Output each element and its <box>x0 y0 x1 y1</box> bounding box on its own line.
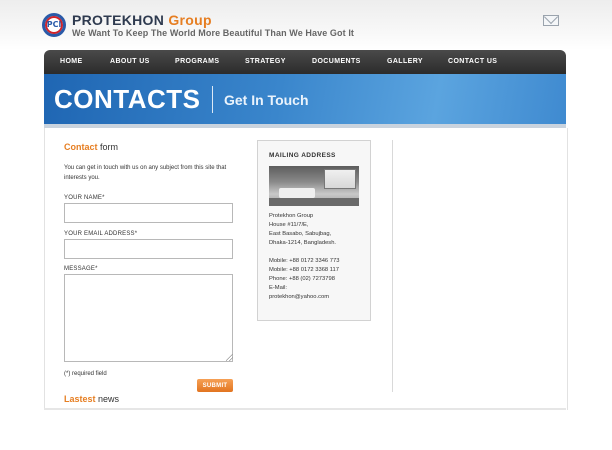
photo-window-shape <box>324 169 356 189</box>
contact-form-title-rest: form <box>100 142 119 152</box>
submit-button[interactable]: SUBMIT <box>197 379 233 392</box>
nav-item-gallery[interactable]: GALLERY <box>387 58 423 65</box>
latest-news-title-rest: news <box>98 394 120 404</box>
message-label: MESSAGE* <box>64 266 98 272</box>
address-line: Phone: +88 (02) 7273798 <box>269 276 335 282</box>
contact-intro-text: You can get in touch with us on any subj… <box>64 165 227 181</box>
required-field-note: (*) required field <box>64 371 107 377</box>
message-field[interactable] <box>64 274 233 362</box>
page-subtitle: Get In Touch <box>224 92 309 108</box>
envelope-icon[interactable] <box>543 15 559 26</box>
page-title: CONTACTS <box>54 84 201 114</box>
tagline: We Want To Keep The World More Beautiful… <box>72 28 355 38</box>
mailing-address-text: Protekhon Group House #11/7/E, East Basa… <box>269 212 369 302</box>
brand-name[interactable]: PROTEKHON Group <box>72 12 212 28</box>
contact-form-title-highlight: Contact <box>64 142 98 152</box>
address-line: House #11/7/E, <box>269 222 309 228</box>
office-photo <box>269 166 359 206</box>
name-label: YOUR NAME* <box>64 195 105 201</box>
page-banner: CONTACTS Get In Touch <box>44 74 566 128</box>
email-link[interactable]: protekhon@yahoo.com <box>269 293 369 302</box>
main-navigation: HOME ABOUT US PROGRAMS STRATEGY DOCUMENT… <box>44 50 566 74</box>
mailing-address-title: MAILING ADDRESS <box>269 152 336 159</box>
name-field[interactable] <box>64 203 233 223</box>
address-line <box>269 248 369 257</box>
brand-secondary: Group <box>168 12 212 28</box>
nav-item-about-us[interactable]: ABOUT US <box>110 58 150 65</box>
brand-primary: PROTEKHON <box>72 12 165 28</box>
contact-form-title: Contact form <box>64 142 118 152</box>
column-divider <box>392 140 393 392</box>
address-line: Protekhon Group <box>269 213 314 219</box>
address-line: Mobile: +88 0172 3346 773 <box>269 258 340 264</box>
banner-divider <box>212 86 213 113</box>
logo-icon[interactable]: PCl <box>42 13 66 37</box>
resize-handle-icon[interactable] <box>226 354 233 361</box>
nav-item-home[interactable]: HOME <box>60 58 83 65</box>
nav-item-programs[interactable]: PROGRAMS <box>175 58 219 65</box>
nav-item-strategy[interactable]: STRATEGY <box>245 58 286 65</box>
address-line: Mobile: +88 0172 3368 117 <box>269 267 339 273</box>
address-line: East Basabo, Sabujbag, <box>269 231 332 237</box>
email-field[interactable] <box>64 239 233 259</box>
nav-item-contact-us[interactable]: CONTACT US <box>448 58 497 65</box>
email-label: YOUR EMAIL ADDRESS* <box>64 231 138 237</box>
latest-news-title-highlight: Lastest <box>64 394 96 404</box>
nav-item-documents[interactable]: DOCUMENTS <box>312 58 361 65</box>
logo-text: PCl <box>46 20 62 29</box>
latest-news-title: Lastest news <box>64 394 119 404</box>
address-line: E-Mail: <box>269 285 288 291</box>
address-line: Dhaka-1214, Bangladesh. <box>269 240 337 246</box>
photo-floor-shape <box>269 198 359 206</box>
photo-sofa-shape <box>279 188 315 198</box>
content-bottom-edge <box>44 408 566 410</box>
